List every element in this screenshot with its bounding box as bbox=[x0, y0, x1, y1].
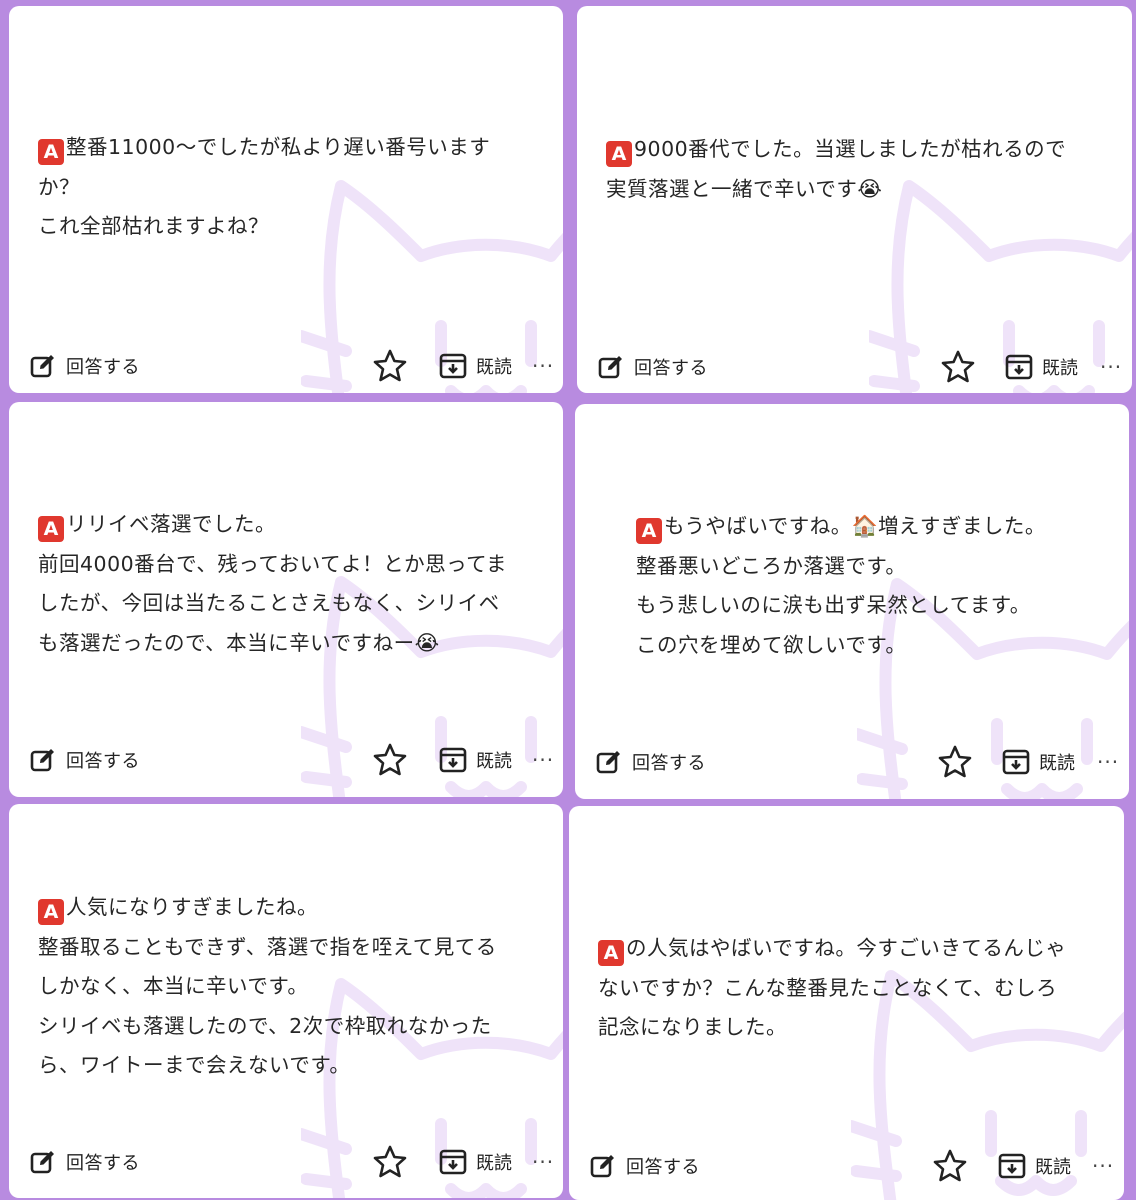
question-line: A もうやばいですね。🏠増えすぎました。 bbox=[636, 507, 1046, 547]
reply-label: 回答する bbox=[66, 357, 140, 378]
pencil-square-icon bbox=[598, 356, 622, 379]
archive-box-icon bbox=[1005, 354, 1033, 380]
archive-button[interactable]: 既読 bbox=[1005, 347, 1078, 387]
question-card: A 整番11000〜でしたが私より遅い番号います か？ これ全部枯れますよね？ 回… bbox=[9, 6, 563, 393]
crying-face-icon: 😭 bbox=[414, 630, 440, 655]
archive-box-icon bbox=[439, 353, 467, 379]
archive-button[interactable]: 既読 bbox=[1002, 742, 1075, 782]
archive-button[interactable]: 既読 bbox=[998, 1146, 1071, 1186]
pencil-square-icon bbox=[30, 355, 54, 378]
archive-box-icon bbox=[439, 747, 467, 773]
archive-label: 既読 bbox=[476, 357, 512, 378]
card-actions: 回答する 既読 ··· bbox=[9, 1142, 563, 1182]
question-card: A の人気はやばいですね。今すごいきてるんじゃ ないですか？こんな整番見たことなく… bbox=[569, 806, 1124, 1200]
pencil-square-icon bbox=[590, 1155, 614, 1178]
reply-label: 回答する bbox=[66, 1153, 140, 1174]
question-line: この穴を埋めて欲しいです。 bbox=[636, 632, 907, 657]
reply-button[interactable]: 回答する bbox=[29, 740, 140, 780]
question-card: A リリイベ落選でした。 前回4000番台で、残っておいてよ！とか思ってま したが… bbox=[9, 402, 563, 797]
reply-label: 回答する bbox=[632, 753, 706, 774]
crying-face-icon: 😭 bbox=[857, 176, 882, 201]
a-badge-icon: A bbox=[38, 139, 64, 165]
star-outline-icon[interactable] bbox=[372, 742, 408, 778]
question-text: A 9000番代でした。当選しましたが枯れるので 実質落選と一緒で辛いです😭 bbox=[606, 130, 1066, 209]
question-text: A もうやばいですね。🏠増えすぎました。 整番悪いどころか落選です。 もう悲しいの… bbox=[636, 507, 1046, 665]
question-line: もう悲しいのに涙も出ず呆然としてます。 bbox=[636, 593, 1031, 617]
question-line: ないですか？こんな整番見たことなくて、むしろ bbox=[598, 975, 1058, 1000]
question-card: A もうやばいですね。🏠増えすぎました。 整番悪いどころか落選です。 もう悲しいの… bbox=[575, 404, 1129, 799]
question-line: しかなく、本当に辛いです。 bbox=[38, 974, 309, 998]
pencil-square-icon bbox=[30, 1151, 54, 1174]
more-button[interactable]: ··· bbox=[532, 740, 554, 780]
a-badge-icon: A bbox=[598, 940, 624, 966]
a-badge-icon: A bbox=[38, 516, 64, 542]
question-line: A 9000番代でした。当選しましたが枯れるので bbox=[606, 130, 1066, 170]
question-text: A の人気はやばいですね。今すごいきてるんじゃ ないですか？こんな整番見たことなく… bbox=[598, 929, 1066, 1048]
question-line: シリイベも落選したので、2次で枠取れなかった bbox=[38, 1013, 492, 1038]
reply-button[interactable]: 回答する bbox=[29, 346, 140, 386]
question-line: A 人気になりすぎましたね。 bbox=[38, 888, 497, 928]
archive-box-icon bbox=[439, 1149, 467, 1175]
reply-button[interactable]: 回答する bbox=[595, 742, 706, 782]
reply-label: 回答する bbox=[66, 751, 140, 772]
card-actions: 回答する 既読 ··· bbox=[569, 1146, 1124, 1186]
archive-label: 既読 bbox=[1039, 753, 1075, 774]
star-outline-icon[interactable] bbox=[937, 744, 973, 780]
question-line: A 整番11000〜でしたが私より遅い番号います bbox=[38, 128, 490, 168]
reply-button[interactable]: 回答する bbox=[589, 1146, 700, 1186]
question-text: A 整番11000〜でしたが私より遅い番号います か？ これ全部枯れますよね？ bbox=[38, 128, 490, 247]
archive-box-icon bbox=[1002, 749, 1030, 775]
card-actions: 回答する 既読 ··· bbox=[575, 742, 1129, 782]
question-card: A 人気になりすぎましたね。 整番取ることもできず、落選で指を咥えて見てる しかな… bbox=[9, 804, 563, 1198]
star-outline-icon[interactable] bbox=[372, 1144, 408, 1180]
house-icon: 🏠 bbox=[851, 514, 878, 538]
card-actions: 回答する 既読 ··· bbox=[577, 347, 1132, 387]
star-outline-icon[interactable] bbox=[932, 1148, 968, 1184]
question-line: か？ bbox=[38, 174, 80, 199]
question-line: 記念になりました。 bbox=[598, 1015, 787, 1039]
a-badge-icon: A bbox=[606, 141, 632, 167]
archive-label: 既読 bbox=[1042, 358, 1078, 379]
archive-label: 既読 bbox=[1035, 1157, 1071, 1178]
more-button[interactable]: ··· bbox=[1100, 347, 1122, 387]
archive-label: 既読 bbox=[476, 1153, 512, 1174]
question-line: ら、ワイトーまで会えないです。 bbox=[38, 1053, 351, 1077]
card-actions: 回答する 既読 ··· bbox=[9, 346, 563, 386]
a-badge-icon: A bbox=[636, 518, 662, 544]
star-outline-icon[interactable] bbox=[372, 348, 408, 384]
pencil-square-icon bbox=[596, 751, 620, 774]
question-line: も落選だったので、本当に辛いですねー😭 bbox=[38, 630, 440, 655]
archive-button[interactable]: 既読 bbox=[439, 740, 512, 780]
question-text: A 人気になりすぎましたね。 整番取ることもできず、落選で指を咥えて見てる しかな… bbox=[38, 888, 497, 1086]
star-outline-icon[interactable] bbox=[940, 349, 976, 385]
archive-button[interactable]: 既読 bbox=[439, 346, 512, 386]
reply-button[interactable]: 回答する bbox=[597, 347, 708, 387]
question-line: A の人気はやばいですね。今すごいきてるんじゃ bbox=[598, 929, 1066, 969]
question-card: A 9000番代でした。当選しましたが枯れるので 実質落選と一緒で辛いです😭 回答… bbox=[577, 6, 1132, 393]
question-line: 実質落選と一緒で辛いです😭 bbox=[606, 176, 882, 201]
reply-button[interactable]: 回答する bbox=[29, 1142, 140, 1182]
archive-box-icon bbox=[998, 1153, 1026, 1179]
question-line: A リリイベ落選でした。 bbox=[38, 505, 507, 545]
more-button[interactable]: ··· bbox=[532, 1142, 554, 1182]
a-badge-icon: A bbox=[38, 899, 64, 925]
more-button[interactable]: ··· bbox=[1097, 742, 1119, 782]
archive-label: 既読 bbox=[476, 751, 512, 772]
card-actions: 回答する 既読 ··· bbox=[9, 740, 563, 780]
more-button[interactable]: ··· bbox=[1092, 1146, 1114, 1186]
reply-label: 回答する bbox=[626, 1157, 700, 1178]
reply-label: 回答する bbox=[634, 358, 708, 379]
question-line: 整番悪いどころか落選です。 bbox=[636, 553, 907, 578]
question-text: A リリイベ落選でした。 前回4000番台で、残っておいてよ！とか思ってま したが… bbox=[38, 505, 507, 663]
pencil-square-icon bbox=[30, 749, 54, 772]
more-button[interactable]: ··· bbox=[532, 346, 554, 386]
question-line: したが、今回は当たることさえもなく、シリイベ bbox=[38, 591, 500, 615]
question-line: 整番取ることもできず、落選で指を咥えて見てる bbox=[38, 934, 497, 959]
question-line: これ全部枯れますよね？ bbox=[38, 214, 269, 238]
archive-button[interactable]: 既読 bbox=[439, 1142, 512, 1182]
question-line: 前回4000番台で、残っておいてよ！とか思ってま bbox=[38, 551, 508, 576]
